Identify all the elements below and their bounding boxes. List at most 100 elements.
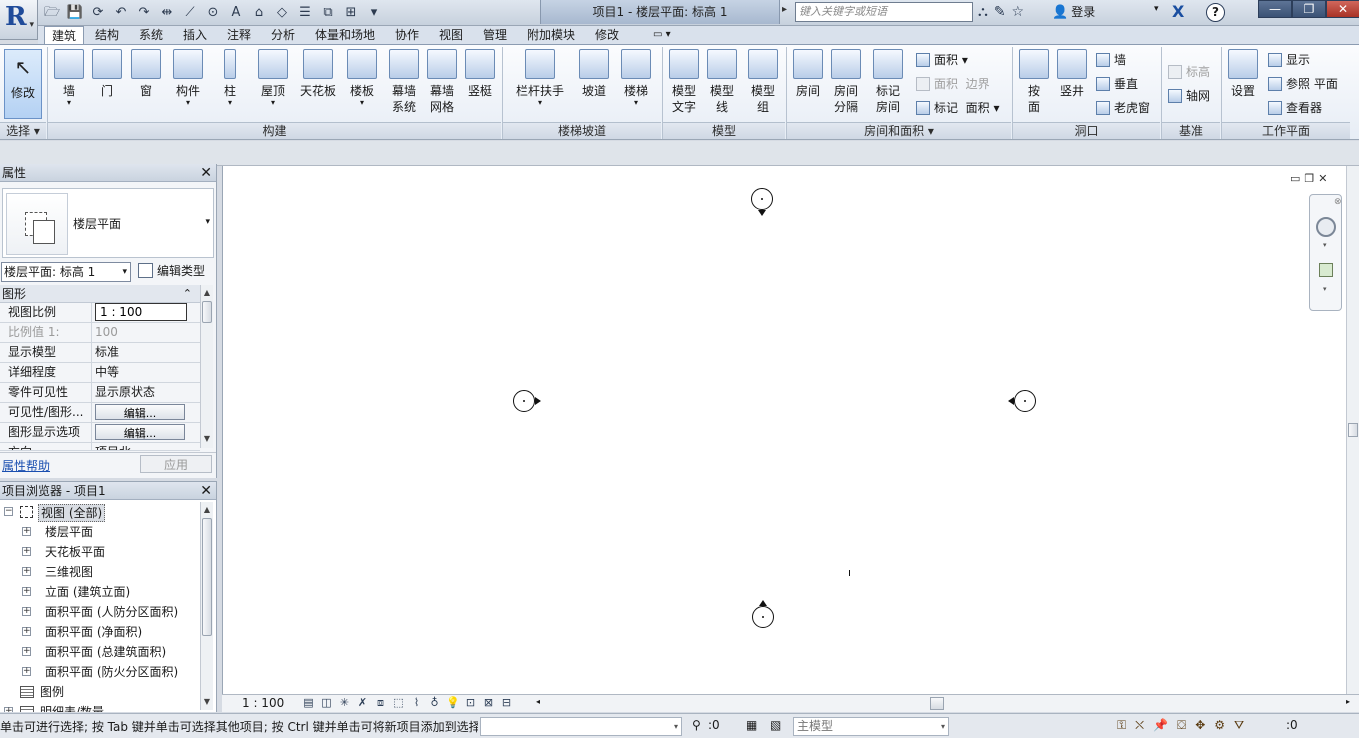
shaft-button[interactable]: 竖井 (1054, 49, 1090, 99)
horizontal-scrollbar[interactable]: ◂ ▸ (536, 697, 1350, 711)
detail-level-icon[interactable]: ▤ (302, 696, 315, 710)
instance-filter-select[interactable]: 楼层平面: 标高 1 ▾ (1, 262, 131, 282)
zoom-icon[interactable] (1319, 263, 1333, 277)
favorites-star-icon[interactable]: ☆ (1012, 4, 1025, 20)
edit-type-button[interactable]: 编辑类型 (138, 262, 205, 282)
aligned-dimension-icon[interactable]: ⟋ (180, 4, 200, 22)
tab-view[interactable]: 视图 (432, 26, 470, 44)
collapse-icon[interactable]: − (4, 507, 13, 516)
by-face-button[interactable]: 按面 (1016, 49, 1052, 115)
binoculars-icon[interactable]: ⛬ (978, 4, 988, 20)
table-row[interactable]: 详细程度 中等 (0, 363, 200, 383)
model-text-button[interactable]: 模型 文字 (666, 49, 702, 115)
close-window-icon[interactable]: ✕ (1326, 0, 1359, 18)
table-row[interactable]: 零件可见性 显示原状态 (0, 383, 200, 403)
crop-view-icon[interactable]: ⧈ (374, 696, 387, 710)
tag-room-button[interactable]: 标记 房间 (869, 49, 907, 115)
properties-help-link[interactable]: 属性帮助 (2, 457, 50, 474)
select-pinned-icon[interactable]: 📌 (1153, 718, 1168, 733)
floor-button[interactable]: 楼板 ▾ (344, 49, 380, 107)
modify-button[interactable]: ↖ 修改 (4, 49, 42, 119)
workset-select[interactable]: ▾ (480, 717, 682, 736)
grid-button[interactable]: 轴网 (1168, 87, 1210, 105)
save-icon[interactable]: 💾 (65, 4, 85, 22)
3d-view-icon[interactable]: ⌂ (249, 4, 269, 22)
design-options-icon[interactable]: ▧ (770, 718, 781, 732)
section-icon[interactable]: ◇ (272, 4, 292, 22)
tab-architecture[interactable]: 建筑 (44, 26, 85, 45)
login-button[interactable]: 👤 登录 (1052, 3, 1095, 23)
view-scale-input[interactable] (95, 303, 187, 321)
shadows-icon[interactable]: ✗ (356, 696, 369, 710)
text-icon[interactable]: A (226, 4, 246, 22)
list-item[interactable]: + 面积平面 (总建筑面积) (0, 642, 200, 662)
application-menu-button[interactable]: R ▾ (0, 0, 38, 40)
tab-add-ins[interactable]: 附加模块 (520, 26, 582, 44)
steering-wheel-icon[interactable] (1316, 217, 1336, 237)
temporary-view-properties-icon[interactable]: ⊡ (464, 696, 477, 710)
subscription-icon[interactable]: ✎ (994, 4, 1006, 20)
tree-node-views[interactable]: − 视图 (全部) (0, 502, 200, 522)
dormer-button[interactable]: 老虎窗 (1096, 99, 1150, 117)
tab-structure[interactable]: 结构 (88, 26, 126, 44)
close-icon[interactable]: ✕ (200, 482, 212, 500)
drag-on-selection-icon[interactable]: ✥ (1195, 718, 1205, 733)
tab-collaborate[interactable]: 协作 (388, 26, 426, 44)
area-boundary-button[interactable]: 面积 边界 (916, 75, 990, 93)
reveal-hidden-icon[interactable]: 💡 (446, 696, 460, 710)
sync-icon[interactable]: ⟳ (88, 4, 108, 22)
drawing-area[interactable] (222, 166, 1346, 694)
elevation-marker-west[interactable] (513, 390, 535, 412)
exchange-apps-icon[interactable]: X (1172, 2, 1184, 21)
visual-style-icon[interactable]: ◫ (320, 696, 333, 710)
scroll-right-icon[interactable]: ▸ (1346, 697, 1350, 706)
close-icon[interactable]: ✕ (200, 164, 212, 182)
wall-button[interactable]: 墙 ▾ (52, 49, 86, 107)
list-item[interactable]: + 立面 (建筑立面) (0, 582, 200, 602)
tab-annotate[interactable]: 注释 (220, 26, 258, 44)
login-dropdown-icon[interactable]: ▾ (1154, 4, 1159, 14)
sun-path-icon[interactable]: ✳ (338, 696, 351, 710)
tab-systems[interactable]: 系统 (132, 26, 170, 44)
properties-scrollbar[interactable]: ▲ ▼ (200, 285, 213, 448)
redo-icon[interactable]: ↷ (134, 4, 154, 22)
tab-massing-site[interactable]: 体量和场地 (308, 26, 382, 44)
column-button[interactable]: 柱 ▾ (213, 49, 247, 107)
model-group-button[interactable]: 模型组 (744, 49, 782, 115)
temporary-hide-icon[interactable]: ♁ (428, 696, 441, 710)
ceiling-button[interactable]: 天花板 (297, 49, 339, 99)
crop-region-icon[interactable]: ⬚ (392, 696, 405, 710)
select-links-icon[interactable]: ⚿ (1117, 718, 1126, 733)
window-button[interactable]: 窗 (129, 49, 163, 99)
mullion-button[interactable]: 竖梃 (462, 49, 498, 99)
model-line-button[interactable]: 模型线 (704, 49, 740, 115)
set-workplane-button[interactable]: 设置 (1226, 49, 1260, 99)
thin-lines-icon[interactable]: ☰ (295, 4, 315, 22)
view-scale-control[interactable]: 1 : 100 (242, 696, 284, 710)
door-button[interactable]: 门 (90, 49, 124, 99)
tree-node-schedules[interactable]: + 明细表/数量 (0, 702, 200, 712)
ribbon-minimize-icon[interactable]: ▭ ▾ (646, 26, 678, 44)
worksets-icon[interactable]: ⚲ (692, 718, 701, 732)
list-item[interactable]: + 面积平面 (人防分区面积) (0, 602, 200, 622)
select-underlay-icon[interactable]: ⛌ (1135, 718, 1144, 733)
background-process-icon[interactable]: ⚙ (1214, 718, 1225, 733)
wall-opening-button[interactable]: 墙 (1096, 51, 1126, 69)
area-button[interactable]: 面积 ▾ (916, 51, 968, 69)
close-hidden-icon[interactable]: ⧉ (318, 4, 338, 22)
stair-button[interactable]: 楼梯 ▾ (618, 49, 654, 107)
restore-view-icon[interactable]: ❐ (1304, 172, 1314, 185)
elevation-marker-south[interactable] (752, 606, 774, 628)
select-by-face-icon[interactable]: ⛋ (1177, 718, 1186, 733)
infocenter-search-input[interactable]: 键入关键字或短语 (795, 2, 973, 22)
tab-insert[interactable]: 插入 (176, 26, 214, 44)
list-item[interactable]: + 三维视图 (0, 562, 200, 582)
graphic-display-edit-button[interactable]: 编辑... (95, 424, 185, 440)
show-workplane-button[interactable]: 显示 (1268, 51, 1310, 69)
room-area-panel-label[interactable]: 房间和面积 ▾ (787, 122, 1011, 139)
workplane-viewer-button[interactable]: 查看器 (1268, 99, 1322, 117)
design-option-select[interactable]: 主模型 ▾ (793, 717, 949, 736)
editable-only-icon[interactable]: ▦ (746, 718, 757, 732)
tag-icon[interactable]: ⊙ (203, 4, 223, 22)
elevation-marker-north[interactable] (751, 188, 773, 210)
